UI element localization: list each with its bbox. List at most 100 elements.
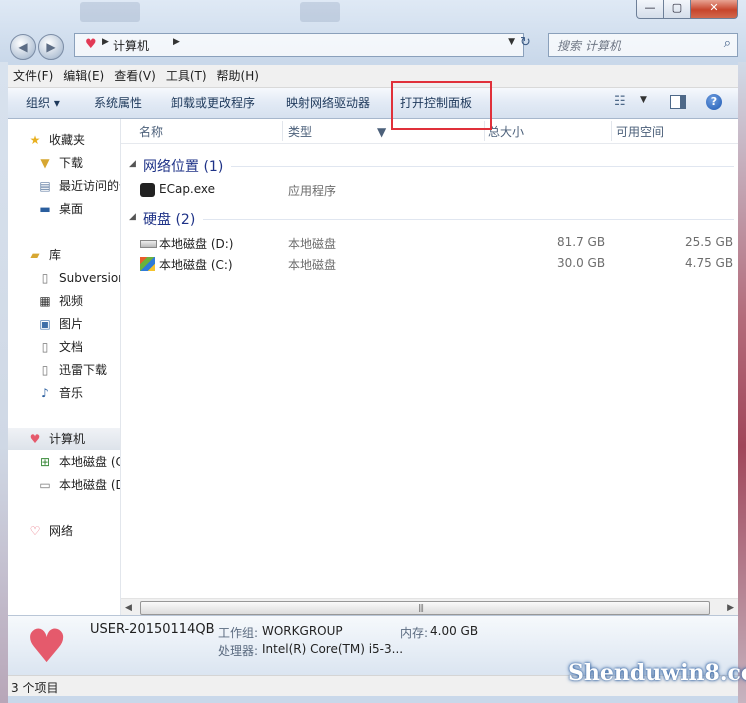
workgroup-label: 工作组:: [218, 626, 259, 640]
watermark-text: Shenduwin8.com: [568, 660, 746, 686]
nav-favorites[interactable]: ★ 收藏夹: [8, 129, 120, 151]
maximize-button[interactable]: ▢: [663, 0, 691, 19]
column-divider[interactable]: [611, 121, 612, 141]
uninstall-program-button[interactable]: 卸载或更改程序: [171, 88, 255, 118]
content-area: ★ 收藏夹 ▼ 下载 ▤ 最近访问的位置 ▬ 桌面 ▰ 库 ▯ Subversi…: [8, 119, 738, 616]
annotation-highlight-box: [391, 81, 492, 130]
scroll-left-icon[interactable]: ◀: [125, 603, 132, 613]
download-folder-icon: ▼: [40, 156, 50, 170]
item-count: 3 个项目: [11, 681, 59, 695]
system-drive-icon: [140, 257, 155, 271]
address-bar-row: ◀ ▶ ♥ ▶ 计算机 ▶ ▼ ↻ 搜索 计算机 ⌕: [0, 28, 746, 62]
title-blur: [80, 2, 140, 22]
column-total-size[interactable]: 总大小: [488, 119, 524, 145]
breadcrumb-chevron-icon[interactable]: ▶: [102, 37, 109, 47]
music-icon: ♪: [41, 386, 49, 400]
nav-computer[interactable]: ♥ 计算机: [8, 428, 120, 450]
list-item-disk-d[interactable]: 本地磁盘 (D:) 本地磁盘 81.7 GB 25.5 GB: [121, 233, 738, 254]
nav-xunlei[interactable]: ▯ 迅雷下载: [8, 359, 120, 381]
change-view-icon[interactable]: ☷: [614, 94, 632, 110]
back-button[interactable]: ◀: [10, 34, 36, 60]
hard-drive-icon: [140, 240, 157, 248]
title-blur: [300, 2, 340, 22]
recent-places-icon: ▤: [39, 179, 51, 193]
search-icon[interactable]: ⌕: [724, 36, 731, 51]
sort-arrow-icon: ▼: [377, 125, 387, 139]
menu-help[interactable]: 帮助(H): [212, 65, 264, 87]
workgroup-value: WORKGROUP: [262, 624, 343, 638]
nav-network[interactable]: ♡ 网络: [8, 520, 120, 542]
memory-label: 内存:: [400, 626, 429, 640]
group-collapse-icon[interactable]: ◢: [129, 212, 136, 222]
grip-icon: |||: [418, 603, 424, 612]
nav-libraries[interactable]: ▰ 库: [8, 244, 120, 266]
menu-edit[interactable]: 编辑(E): [58, 65, 109, 87]
system-drive-icon: ⊞: [39, 455, 51, 469]
computer-heart-icon: ♥: [85, 37, 97, 52]
navigation-pane: ★ 收藏夹 ▼ 下载 ▤ 最近访问的位置 ▬ 桌面 ▰ 库 ▯ Subversi…: [8, 119, 121, 615]
scroll-right-icon[interactable]: ▶: [727, 603, 734, 613]
title-bar: — ▢ ✕: [0, 0, 746, 24]
camera-app-icon: [140, 183, 155, 197]
picture-icon: ▣: [39, 317, 51, 331]
cpu-value: Intel(R) Core(TM) i5-3...: [262, 642, 404, 656]
nav-downloads[interactable]: ▼ 下载: [8, 152, 120, 174]
document-icon: ▯: [41, 363, 49, 377]
list-item-disk-c[interactable]: 本地磁盘 (C:) 本地磁盘 30.0 GB 4.75 GB: [121, 254, 738, 275]
library-folder-icon: ▰: [30, 248, 40, 262]
column-divider[interactable]: [282, 121, 283, 141]
file-list: 名称 类型 ▼ 总大小 可用空间 ◢ 网络位置 (1) ECap.exe 应用程…: [121, 119, 738, 615]
refresh-icon[interactable]: ↻: [520, 35, 531, 50]
computer-name: USER-20150114QB: [90, 622, 215, 637]
nav-pictures[interactable]: ▣ 图片: [8, 313, 120, 335]
nav-disk-d[interactable]: ▭ 本地磁盘 (D:): [8, 474, 120, 496]
computer-heart-icon: ♥: [26, 619, 68, 673]
search-input[interactable]: 搜索 计算机 ⌕: [548, 33, 738, 57]
close-button[interactable]: ✕: [690, 0, 738, 19]
map-network-drive-button[interactable]: 映射网络驱动器: [286, 88, 370, 118]
system-properties-button[interactable]: 系统属性: [94, 88, 142, 118]
search-placeholder: 搜索 计算机: [557, 39, 621, 53]
preview-pane-icon[interactable]: [670, 95, 686, 109]
hard-drive-icon: ▭: [39, 478, 51, 492]
view-dropdown-icon[interactable]: ▼: [640, 95, 647, 105]
group-network-locations[interactable]: ◢ 网络位置 (1): [121, 155, 738, 177]
list-item-ecap[interactable]: ECap.exe 应用程序: [121, 180, 738, 201]
address-history-dropdown-icon[interactable]: ▼: [508, 37, 515, 47]
menu-tools[interactable]: 工具(T): [161, 65, 212, 87]
video-icon: ▦: [39, 294, 51, 308]
column-name[interactable]: 名称: [139, 119, 163, 145]
column-type[interactable]: 类型: [288, 119, 312, 145]
nav-subversion[interactable]: ▯ Subversion: [8, 267, 120, 289]
nav-disk-c[interactable]: ⊞ 本地磁盘 (C:): [8, 451, 120, 473]
menu-file[interactable]: 文件(F): [8, 65, 58, 87]
window-frame-left: [0, 62, 8, 703]
minimize-button[interactable]: —: [636, 0, 664, 19]
horizontal-scrollbar[interactable]: ◀ ||| ▶: [121, 598, 738, 616]
group-collapse-icon[interactable]: ◢: [129, 159, 136, 169]
memory-value: 4.00 GB: [430, 624, 479, 638]
desktop-icon: ▬: [39, 202, 51, 216]
cpu-label: 处理器:: [218, 644, 259, 658]
nav-recent[interactable]: ▤ 最近访问的位置: [8, 175, 120, 197]
help-icon[interactable]: ?: [706, 94, 722, 110]
breadcrumb-computer[interactable]: 计算机: [113, 37, 149, 54]
group-hard-disks[interactable]: ◢ 硬盘 (2): [121, 208, 738, 230]
nav-music[interactable]: ♪ 音乐: [8, 382, 120, 404]
document-icon: ▯: [41, 271, 49, 285]
scrollbar-thumb[interactable]: |||: [140, 601, 710, 615]
star-icon: ★: [29, 133, 41, 147]
menu-bar: 文件(F) 编辑(E) 查看(V) 工具(T) 帮助(H): [8, 65, 738, 88]
computer-heart-icon: ♥: [29, 432, 41, 446]
column-free-space[interactable]: 可用空间: [616, 119, 664, 145]
explorer-window: — ▢ ✕ ◀ ▶ ♥ ▶ 计算机 ▶ ▼ ↻ 搜索 计算机 ⌕ 文件(F) 编辑…: [0, 0, 746, 703]
nav-documents[interactable]: ▯ 文档: [8, 336, 120, 358]
nav-videos[interactable]: ▦ 视频: [8, 290, 120, 312]
organize-button[interactable]: 组织 ▾: [26, 88, 60, 118]
nav-desktop[interactable]: ▬ 桌面: [8, 198, 120, 220]
breadcrumb-chevron-icon[interactable]: ▶: [173, 37, 180, 47]
address-box[interactable]: ♥ ▶ 计算机 ▶ ▼: [74, 33, 524, 57]
forward-button[interactable]: ▶: [38, 34, 64, 60]
command-bar: 组织 ▾ 系统属性 卸载或更改程序 映射网络驱动器 打开控制面板 ☷ ▼ ?: [8, 88, 738, 119]
menu-view[interactable]: 查看(V): [109, 65, 161, 87]
